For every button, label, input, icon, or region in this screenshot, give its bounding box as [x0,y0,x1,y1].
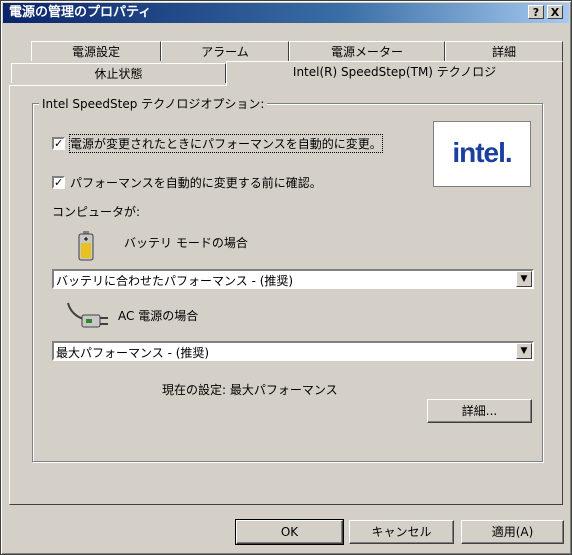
battery-performance-select[interactable]: バッテリに合わせたパフォーマンス - (推奨) ▼ [52,269,534,289]
title-bar: 電源の管理のプロパティ ? X [3,3,569,23]
computer-label: コンピュータが: [52,205,141,219]
close-button[interactable]: X [547,5,563,19]
chevron-down-icon[interactable]: ▼ [516,343,532,359]
intel-logo: intel. [433,121,531,187]
battery-icon [78,231,94,261]
chevron-down-icon[interactable]: ▼ [516,271,532,287]
confirm-checkbox[interactable]: ✓ [52,176,65,189]
tab-speedstep[interactable]: Intel(R) SpeedStep(TM) テクノロジ [226,61,563,86]
properties-window: 電源の管理のプロパティ ? X 電源設定 アラーム 電源メーター 詳細 休止状態… [0,0,572,555]
apply-button[interactable]: 適用(A) [461,520,564,544]
auto-change-checkbox[interactable]: ✓ [52,137,65,150]
auto-change-label[interactable]: 電源が変更されたときにパフォーマンスを自動的に変更。 [69,134,383,153]
details-button[interactable]: 詳細... [427,399,532,423]
tab-power-meter[interactable]: 電源メーター [289,41,445,61]
ok-button[interactable]: OK [235,519,344,545]
confirm-label[interactable]: パフォーマンスを自動的に変更する前に確認。 [70,174,322,191]
ac-mode-label: AC 電源の場合 [118,309,199,323]
tab-power-schemes[interactable]: 電源設定 [31,41,161,61]
battery-selected-value: バッテリに合わせたパフォーマンス - (推奨) [56,274,294,288]
tab-alarms[interactable]: アラーム [161,41,289,61]
ac-selected-value: 最大パフォーマンス - (推奨) [56,346,210,360]
cancel-button[interactable]: キャンセル [349,520,454,544]
ac-performance-select[interactable]: 最大パフォーマンス - (推奨) ▼ [52,341,534,361]
tab-hibernate[interactable]: 休止状態 [11,63,226,83]
window-title: 電源の管理のプロパティ [9,5,152,20]
ac-plug-icon [66,301,110,331]
help-button[interactable]: ? [528,5,544,19]
tab-advanced[interactable]: 詳細 [445,41,563,61]
group-label: Intel SpeedStep テクノロジオプション: [39,95,268,112]
battery-mode-label: バッテリ モードの場合 [124,236,248,250]
current-setting-status: 現在の設定: 最大パフォーマンス [162,383,338,397]
